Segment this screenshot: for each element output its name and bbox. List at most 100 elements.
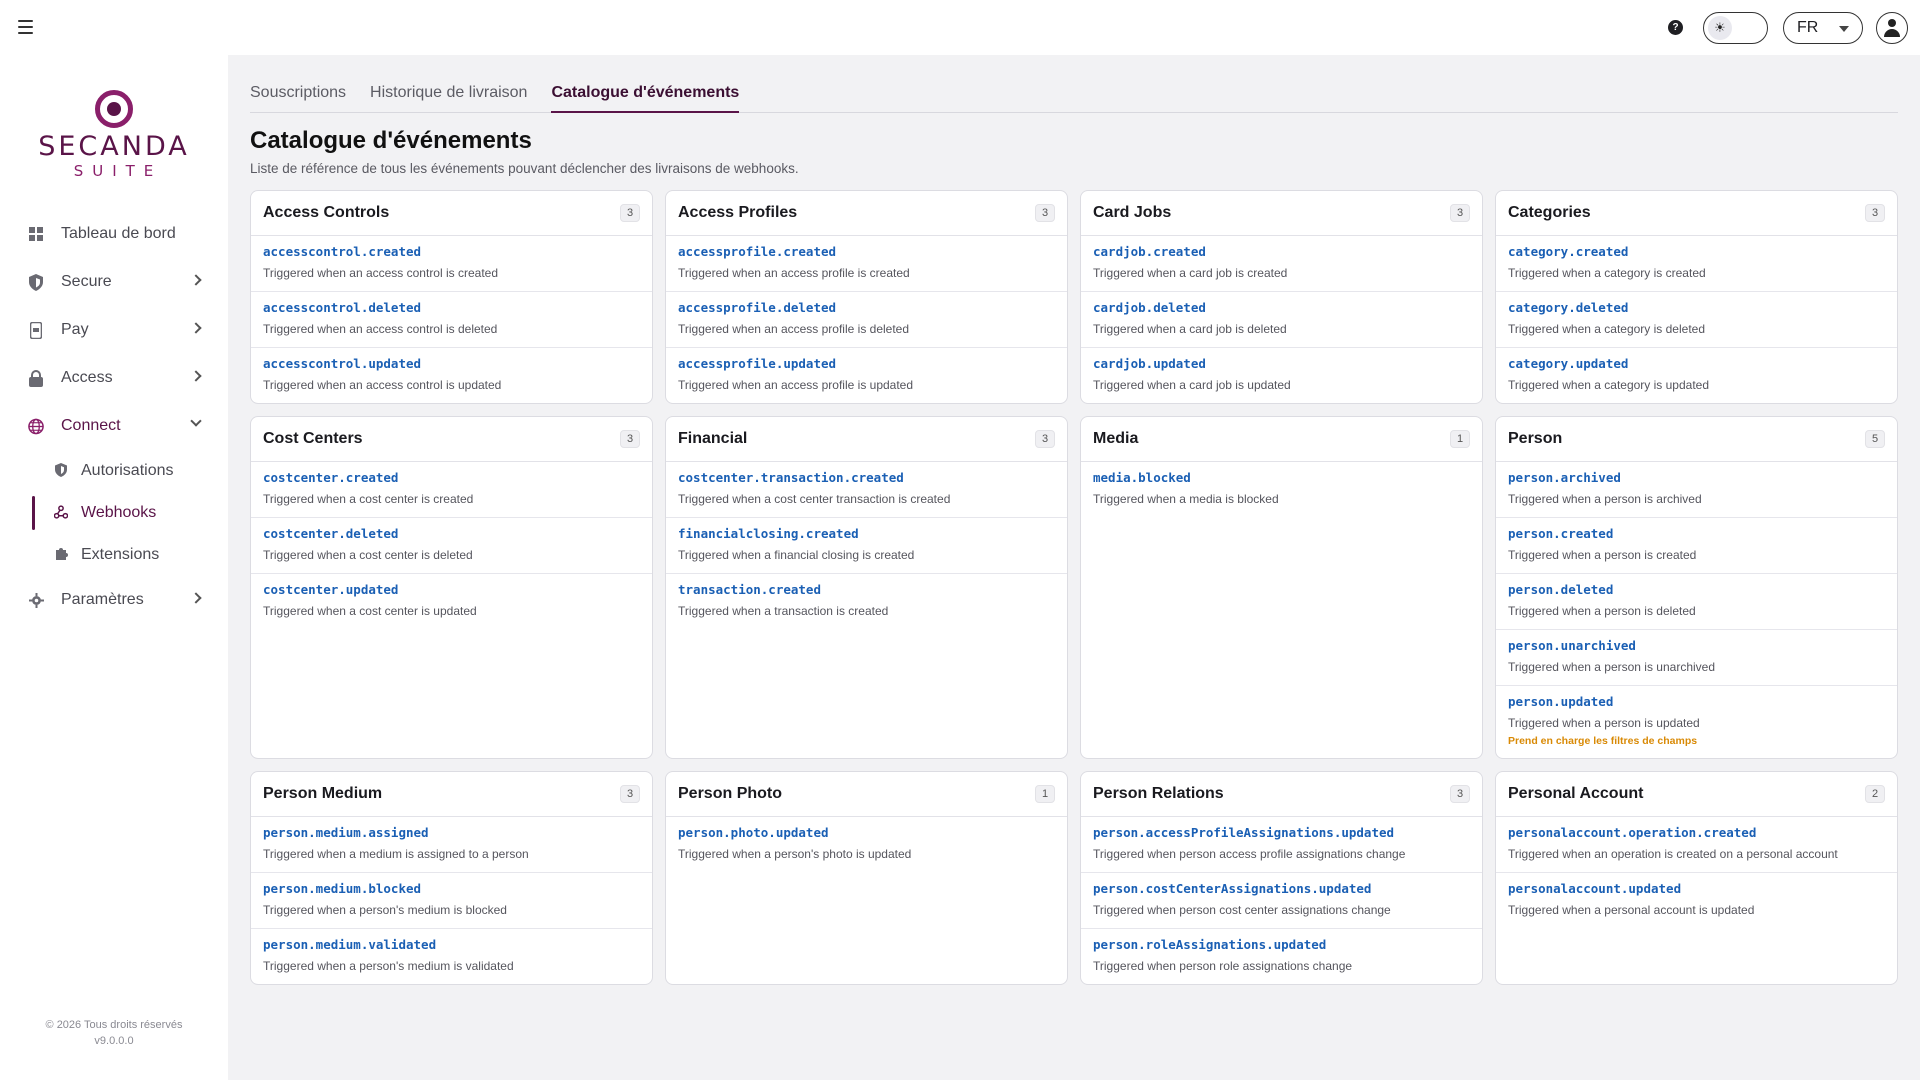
event-name: person.medium.validated bbox=[263, 937, 437, 952]
event-item[interactable]: cardjob.deleted Triggered when a card job… bbox=[1081, 292, 1482, 348]
sidebar-item-pay[interactable]: Pay bbox=[0, 306, 228, 354]
event-item[interactable]: accessprofile.deleted Triggered when an a… bbox=[666, 292, 1067, 348]
sidebar-item-access[interactable]: Access bbox=[0, 354, 228, 402]
event-name: accessprofile.created bbox=[678, 244, 837, 259]
tab-historique[interactable]: Historique de livraison bbox=[370, 84, 527, 113]
event-name: person.updated bbox=[1508, 694, 1614, 709]
event-item[interactable]: person.created Triggered when a person is… bbox=[1496, 518, 1897, 574]
menu-icon[interactable] bbox=[18, 20, 33, 34]
language-select[interactable]: FR bbox=[1783, 12, 1863, 44]
theme-toggle[interactable]: ☀ bbox=[1703, 12, 1768, 44]
event-group-card: Access Controls 3 accesscontrol.created Tri… bbox=[250, 190, 653, 404]
help-icon[interactable]: ? bbox=[1668, 20, 1683, 35]
event-name: costcenter.created bbox=[263, 470, 399, 485]
sidebar-subitem-autorisations[interactable]: Autorisations bbox=[0, 450, 228, 492]
event-name: person.deleted bbox=[1508, 582, 1614, 597]
event-item[interactable]: person.medium.validated Triggered when a … bbox=[251, 929, 652, 984]
event-group-card: Card Jobs 3 cardjob.created Triggered when … bbox=[1080, 190, 1483, 404]
event-item[interactable]: accesscontrol.updated Triggered when an a… bbox=[251, 348, 652, 403]
event-count-badge: 3 bbox=[620, 204, 640, 222]
event-item[interactable]: costcenter.transaction.created Triggered … bbox=[666, 462, 1067, 518]
event-item[interactable]: person.photo.updated Triggered when a per… bbox=[666, 817, 1067, 873]
card-title: Card Jobs bbox=[1093, 204, 1172, 221]
event-item[interactable]: person.archived Triggered when a person i… bbox=[1496, 462, 1897, 518]
event-description: Triggered when a cost center is created bbox=[263, 492, 474, 506]
event-count-badge: 3 bbox=[1035, 430, 1055, 448]
event-item[interactable]: person.roleAssignations.updated Triggered… bbox=[1081, 929, 1482, 984]
event-item[interactable]: person.updated Triggered when a person is… bbox=[1496, 686, 1897, 754]
sidebar-item-secure[interactable]: Secure bbox=[0, 258, 228, 306]
card-title: Person bbox=[1508, 430, 1563, 447]
event-group-card: Person Photo 1 person.photo.updated Trigger… bbox=[665, 771, 1068, 985]
sun-icon: ☀ bbox=[1708, 16, 1732, 40]
event-item[interactable]: person.medium.assigned Triggered when a m… bbox=[251, 817, 652, 873]
tab-catalogue[interactable]: Catalogue d'événements bbox=[551, 84, 740, 113]
event-item[interactable]: accessprofile.updated Triggered when an a… bbox=[666, 348, 1067, 403]
event-description: Triggered when a category is created bbox=[1508, 266, 1706, 280]
event-name: category.updated bbox=[1508, 356, 1629, 371]
chevron-down-icon bbox=[1839, 26, 1849, 32]
chevron-right-icon bbox=[190, 592, 202, 604]
card-header: Categories 3 bbox=[1496, 191, 1897, 236]
chevron-right-icon bbox=[190, 322, 202, 334]
user-account-button[interactable] bbox=[1876, 12, 1908, 44]
event-item[interactable]: personalaccount.operation.created Trigger… bbox=[1496, 817, 1897, 873]
sidebar-item-label: Connect bbox=[61, 417, 121, 434]
event-description: Triggered when a personal account is upd… bbox=[1508, 903, 1755, 917]
event-name: category.created bbox=[1508, 244, 1629, 259]
tab-souscriptions[interactable]: Souscriptions bbox=[250, 84, 346, 113]
grid-icon bbox=[28, 226, 44, 242]
event-description: Triggered when a person is deleted bbox=[1508, 604, 1696, 618]
sidebar-subitem-label: Webhooks bbox=[81, 504, 157, 521]
card-title: Person Medium bbox=[263, 785, 383, 802]
event-group-card: Personal Account 2 personalaccount.operati… bbox=[1495, 771, 1898, 985]
event-item[interactable]: person.accessProfileAssignations.updated… bbox=[1081, 817, 1482, 873]
event-count-badge: 3 bbox=[620, 785, 640, 803]
logo-mark bbox=[95, 90, 133, 128]
sidebar-item-label: Paramètres bbox=[61, 591, 144, 608]
event-name: accessprofile.deleted bbox=[678, 300, 837, 315]
shield-small-icon bbox=[54, 463, 68, 477]
event-item[interactable]: person.medium.blocked Triggered when a pe… bbox=[251, 873, 652, 929]
event-item[interactable]: media.blocked Triggered when a media is b… bbox=[1081, 462, 1482, 518]
event-group-card: Person 5 person.archived Triggered when a p… bbox=[1495, 416, 1898, 759]
tab-bar: Souscriptions Historique de livraison Ca… bbox=[250, 84, 1898, 113]
event-description: Triggered when a card job is deleted bbox=[1093, 322, 1287, 336]
event-item[interactable]: costcenter.created Triggered when a cost … bbox=[251, 462, 652, 518]
event-name: accesscontrol.created bbox=[263, 244, 422, 259]
logo-subtext: SUITE bbox=[73, 162, 163, 180]
card-header: Access Controls 3 bbox=[251, 191, 652, 236]
page-subtitle: Liste de référence de tous les événement… bbox=[250, 161, 799, 176]
sidebar-item-connect[interactable]: Connect bbox=[0, 402, 228, 450]
event-item[interactable]: accesscontrol.deleted Triggered when an a… bbox=[251, 292, 652, 348]
event-item[interactable]: costcenter.deleted Triggered when a cost … bbox=[251, 518, 652, 574]
event-item[interactable]: cardjob.updated Triggered when a card job… bbox=[1081, 348, 1482, 403]
sidebar-item-dashboard[interactable]: Tableau de bord bbox=[0, 210, 228, 258]
sidebar-subitem-webhooks[interactable]: Webhooks bbox=[0, 492, 228, 534]
event-group-card: Person Medium 3 person.medium.assigned Trig… bbox=[250, 771, 653, 985]
event-item[interactable]: category.deleted Triggered when a categor… bbox=[1496, 292, 1897, 348]
sidebar-item-parametres[interactable]: Paramètres bbox=[0, 576, 228, 624]
copyright: © 2026 Tous droits réservés bbox=[45, 1019, 183, 1031]
event-name: person.photo.updated bbox=[678, 825, 829, 840]
event-item[interactable]: person.costCenterAssignations.updated Tri… bbox=[1081, 873, 1482, 929]
event-item[interactable]: category.created Triggered when a categor… bbox=[1496, 236, 1897, 292]
event-item[interactable]: accessprofile.created Triggered when an a… bbox=[666, 236, 1067, 292]
page-title: Catalogue d'événements bbox=[250, 127, 532, 154]
version: v9.0.0.0 bbox=[94, 1035, 134, 1047]
event-name: person.medium.blocked bbox=[263, 881, 422, 896]
sidebar-subitem-extensions[interactable]: Extensions bbox=[0, 534, 228, 576]
event-item[interactable]: accesscontrol.created Triggered when an a… bbox=[251, 236, 652, 292]
event-item[interactable]: personalaccount.updated Triggered when a … bbox=[1496, 873, 1897, 929]
event-name: cardjob.updated bbox=[1093, 356, 1206, 371]
event-item[interactable]: financialclosing.created Triggered when a… bbox=[666, 518, 1067, 574]
event-item[interactable]: costcenter.updated Triggered when a cost … bbox=[251, 574, 652, 630]
event-group-card: Person Relations 3 person.accessProfileAss… bbox=[1080, 771, 1483, 985]
event-item[interactable]: person.unarchived Triggered when a person… bbox=[1496, 630, 1897, 686]
event-item[interactable]: category.updated Triggered when a categor… bbox=[1496, 348, 1897, 403]
event-name: personalaccount.updated bbox=[1508, 881, 1682, 896]
event-item[interactable]: transaction.created Triggered when a tran… bbox=[666, 574, 1067, 630]
event-item[interactable]: cardjob.created Triggered when a card job… bbox=[1081, 236, 1482, 292]
event-item[interactable]: person.deleted Triggered when a person is… bbox=[1496, 574, 1897, 630]
chevron-down-icon bbox=[190, 415, 202, 427]
